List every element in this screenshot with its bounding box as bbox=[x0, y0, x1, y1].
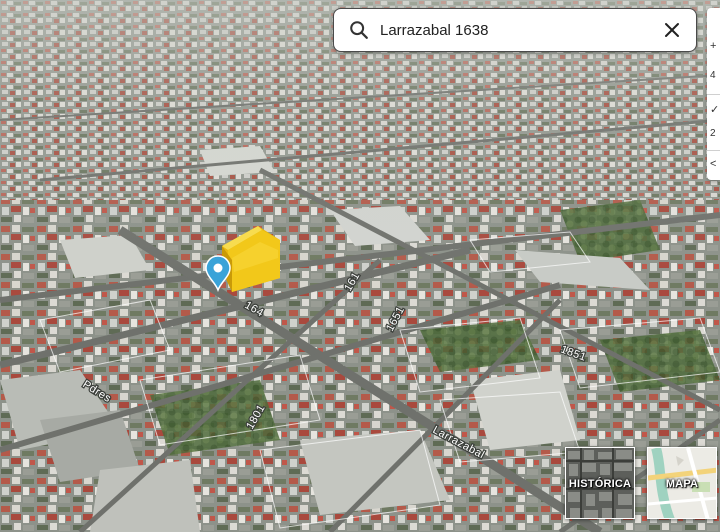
basemap-historic-button[interactable]: HISTÓRICA bbox=[565, 447, 635, 519]
tilt-button[interactable]: ✓ bbox=[707, 104, 720, 116]
search-input[interactable] bbox=[380, 15, 654, 45]
control-divider bbox=[707, 150, 720, 151]
zoom-in-button[interactable]: + bbox=[707, 40, 720, 52]
clear-search-button[interactable] bbox=[654, 12, 690, 48]
map-control-strip: + 4 ✓ 2 < bbox=[707, 8, 720, 180]
map-view[interactable]: Larrazabal Pdres 164 1801 1651 1851 161 bbox=[0, 0, 720, 532]
basemap-historic-label: HISTÓRICA bbox=[568, 478, 632, 490]
search-box[interactable] bbox=[333, 8, 697, 52]
basemap-map-button[interactable]: MAPA bbox=[647, 447, 717, 519]
control-divider bbox=[707, 94, 720, 95]
back-button[interactable]: < bbox=[707, 158, 720, 170]
close-icon bbox=[665, 23, 679, 37]
basemap-map-label: MAPA bbox=[665, 478, 699, 490]
search-icon bbox=[350, 21, 368, 39]
zoom-level-text: 4 bbox=[710, 70, 716, 81]
tilt-text: 2 bbox=[710, 128, 716, 139]
